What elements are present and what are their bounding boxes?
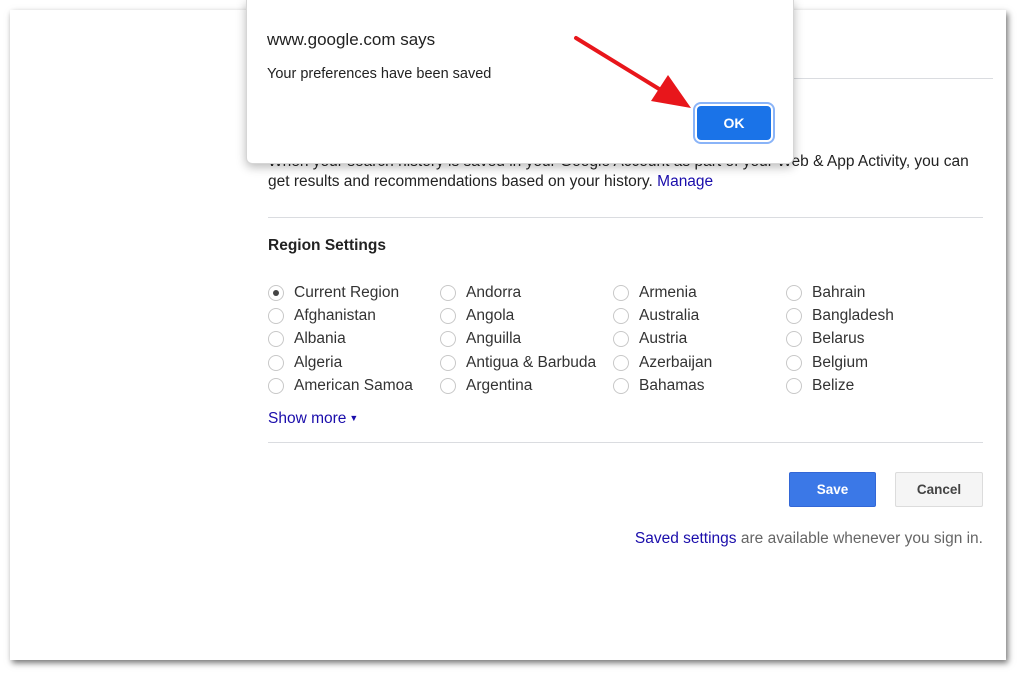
- region-option[interactable]: Armenia: [613, 281, 786, 304]
- saved-settings-link[interactable]: Saved settings: [635, 530, 737, 547]
- radio-button[interactable]: [268, 331, 284, 348]
- region-option-label: Austria: [639, 330, 688, 348]
- radio-button[interactable]: [440, 331, 456, 348]
- radio-button[interactable]: [786, 331, 802, 348]
- radio-button[interactable]: [268, 307, 284, 324]
- region-option[interactable]: Austria: [613, 328, 786, 351]
- radio-button[interactable]: [268, 354, 284, 371]
- radio-button[interactable]: [268, 284, 284, 301]
- radio-button[interactable]: [613, 284, 629, 301]
- radio-button[interactable]: [440, 307, 456, 324]
- region-option-label: Belarus: [812, 330, 865, 348]
- show-more-link[interactable]: Show more ▼: [268, 410, 358, 428]
- region-option[interactable]: Current Region: [268, 281, 440, 304]
- radio-button[interactable]: [786, 378, 802, 395]
- dialog-message: Your preferences have been saved: [267, 66, 492, 82]
- bottom-divider: [268, 442, 983, 443]
- region-option-label: Armenia: [639, 283, 697, 301]
- region-option-label: American Samoa: [294, 377, 413, 395]
- region-option-label: Afghanistan: [294, 306, 376, 324]
- saved-settings-note: Saved settings are available whenever yo…: [635, 530, 983, 548]
- region-option[interactable]: Azerbaijan: [613, 351, 786, 374]
- region-option-label: Belgium: [812, 353, 868, 371]
- region-option-label: Antigua & Barbuda: [466, 353, 597, 371]
- region-option-label: Bahamas: [639, 377, 705, 395]
- region-option[interactable]: Bahamas: [613, 375, 786, 398]
- region-option-label: Angola: [466, 306, 515, 324]
- radio-button[interactable]: [440, 284, 456, 301]
- saved-settings-text: are available whenever you sign in.: [736, 530, 983, 547]
- radio-button[interactable]: [613, 307, 629, 324]
- region-option[interactable]: Anguilla: [440, 328, 613, 351]
- region-option-label: Belize: [812, 377, 855, 395]
- radio-button[interactable]: [786, 307, 802, 324]
- region-options-grid: Current Region Andorra Armenia Bahrain Afgha…: [268, 281, 968, 398]
- caret-down-icon: ▼: [349, 413, 359, 423]
- radio-button[interactable]: [268, 378, 284, 395]
- manage-link[interactable]: Manage: [657, 173, 713, 190]
- region-option[interactable]: Antigua & Barbuda: [440, 351, 613, 374]
- radio-button[interactable]: [613, 331, 629, 348]
- region-option[interactable]: Belgium: [786, 351, 958, 374]
- region-option[interactable]: Australia: [613, 304, 786, 327]
- region-option[interactable]: Albania: [268, 328, 440, 351]
- region-option[interactable]: Belarus: [786, 328, 958, 351]
- ok-button[interactable]: OK: [697, 106, 771, 140]
- region-option-label: Australia: [639, 306, 700, 324]
- show-more-label: Show more: [268, 410, 347, 427]
- region-option[interactable]: Bangladesh: [786, 304, 958, 327]
- cancel-button[interactable]: Cancel: [895, 472, 983, 507]
- region-option-label: Andorra: [466, 283, 522, 301]
- region-option-label: Anguilla: [466, 330, 522, 348]
- region-option[interactable]: Argentina: [440, 375, 613, 398]
- save-button[interactable]: Save: [789, 472, 876, 507]
- region-option-label: Bahrain: [812, 283, 866, 301]
- radio-button[interactable]: [786, 284, 802, 301]
- region-settings-title: Region Settings: [268, 237, 386, 254]
- region-option-label: Current Region: [294, 283, 400, 301]
- radio-button[interactable]: [440, 354, 456, 371]
- region-option-label: Algeria: [294, 353, 343, 371]
- region-option-label: Bangladesh: [812, 306, 894, 324]
- radio-button[interactable]: [440, 378, 456, 395]
- region-option[interactable]: Bahrain: [786, 281, 958, 304]
- region-option[interactable]: American Samoa: [268, 375, 440, 398]
- region-option[interactable]: Algeria: [268, 351, 440, 374]
- region-option-label: Azerbaijan: [639, 353, 713, 371]
- region-option[interactable]: Andorra: [440, 281, 613, 304]
- region-option-label: Argentina: [466, 377, 533, 395]
- radio-button[interactable]: [613, 354, 629, 371]
- region-option[interactable]: Afghanistan: [268, 304, 440, 327]
- region-option[interactable]: Belize: [786, 375, 958, 398]
- radio-button[interactable]: [786, 354, 802, 371]
- radio-button[interactable]: [613, 378, 629, 395]
- dialog-title: www.google.com says: [267, 30, 436, 49]
- alert-dialog: www.google.com says Your preferences hav…: [246, 0, 794, 164]
- section-divider: [268, 217, 983, 218]
- region-option-label: Albania: [294, 330, 346, 348]
- region-option[interactable]: Angola: [440, 304, 613, 327]
